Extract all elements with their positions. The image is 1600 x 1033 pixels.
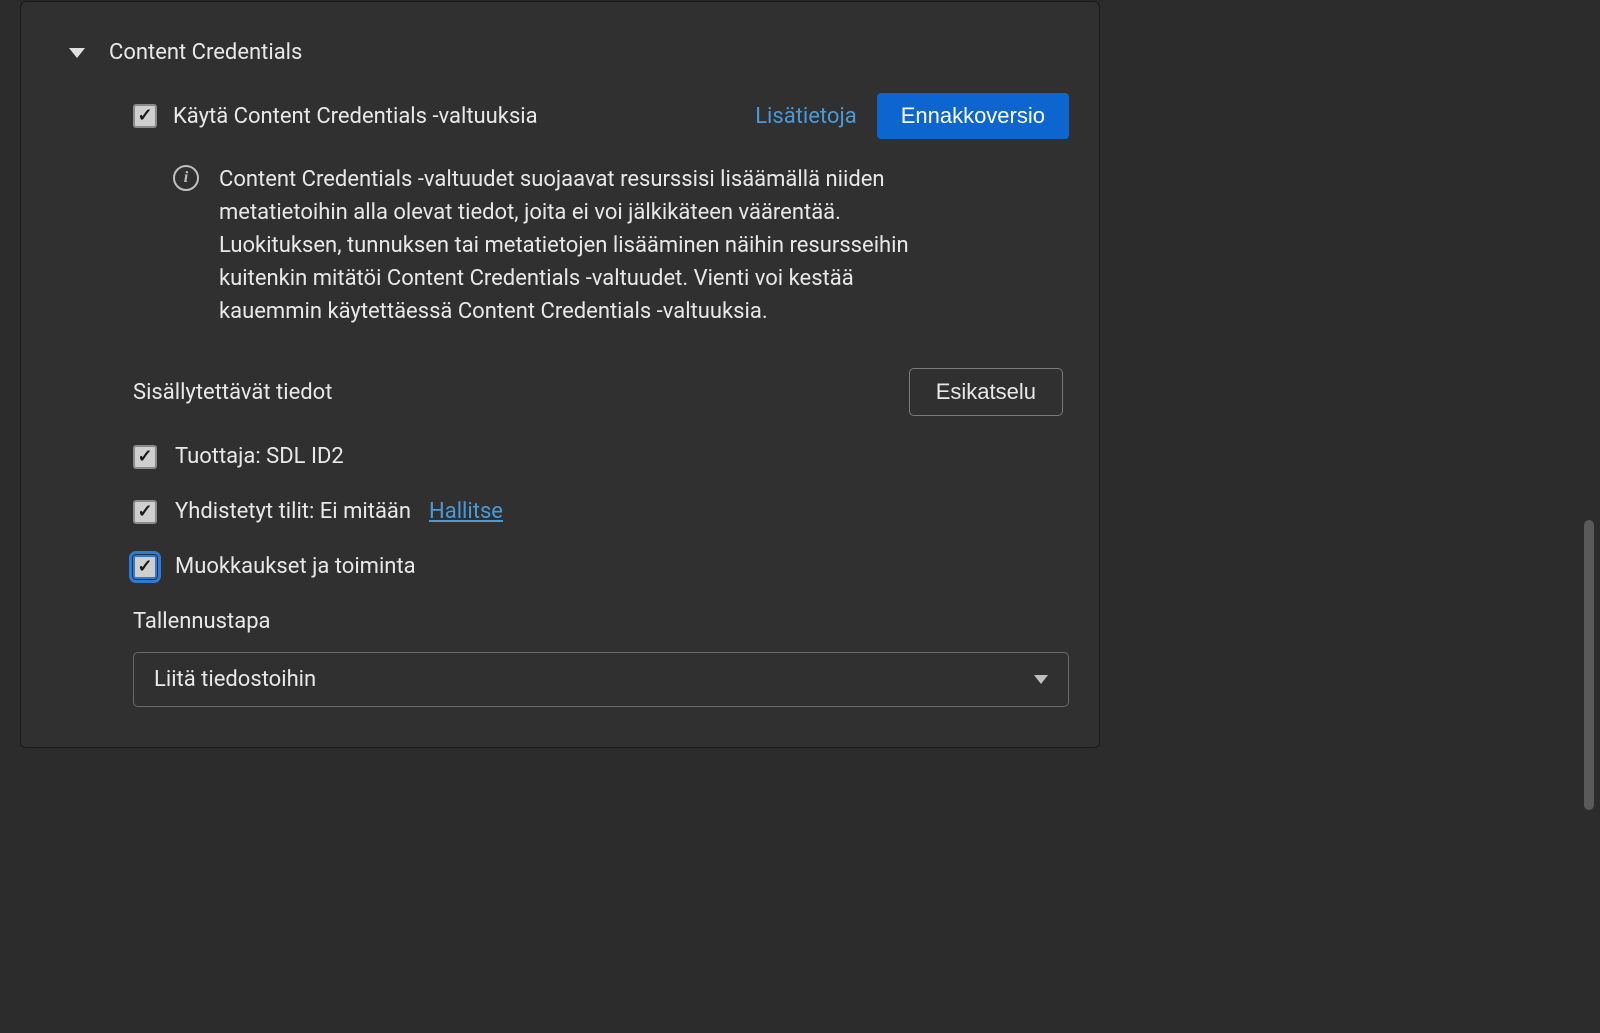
producer-label: Tuottaja: SDL ID2: [175, 444, 344, 469]
checkmark-icon: ✓: [137, 503, 152, 521]
manage-link[interactable]: Hallitse: [429, 499, 503, 524]
info-text: Content Credentials -valtuudet suojaavat…: [219, 163, 959, 328]
checkmark-icon: ✓: [137, 558, 152, 576]
info-block: i Content Credentials -valtuudet suojaav…: [133, 163, 1069, 328]
storage-method-dropdown[interactable]: Liitä tiedostoihin: [133, 652, 1069, 707]
preview-badge-button[interactable]: Ennakkoversio: [877, 93, 1069, 139]
included-info-header-row: Sisällytettävät tiedot Esikatselu: [133, 368, 1069, 416]
producer-checkbox[interactable]: ✓: [133, 445, 157, 469]
checkmark-icon: ✓: [137, 448, 152, 466]
producer-row: ✓ Tuottaja: SDL ID2: [133, 444, 1069, 469]
enable-content-credentials-checkbox[interactable]: ✓: [133, 104, 157, 128]
scrollbar[interactable]: [1584, 0, 1594, 810]
edits-activity-label: Muokkaukset ja toiminta: [175, 554, 416, 579]
section-header[interactable]: Content Credentials: [51, 40, 1069, 65]
storage-method-label: Tallennustapa: [133, 609, 1069, 634]
section-title: Content Credentials: [109, 40, 302, 65]
connected-accounts-checkbox[interactable]: ✓: [133, 500, 157, 524]
info-icon: i: [173, 165, 199, 191]
more-info-link[interactable]: Lisätietoja: [755, 104, 857, 129]
chevron-down-icon: [69, 48, 85, 58]
dropdown-value: Liitä tiedostoihin: [154, 667, 316, 692]
preview-button[interactable]: Esikatselu: [909, 368, 1063, 416]
scrollbar-thumb[interactable]: [1584, 520, 1594, 810]
chevron-down-icon: [1034, 675, 1048, 684]
edits-activity-row: ✓ Muokkaukset ja toiminta: [133, 554, 1069, 579]
checkmark-icon: ✓: [137, 107, 152, 125]
section-body: ✓ Käytä Content Credentials -valtuuksia …: [51, 93, 1069, 707]
content-credentials-panel: Content Credentials ✓ Käytä Content Cred…: [20, 1, 1100, 748]
included-info-heading: Sisällytettävät tiedot: [133, 380, 332, 405]
edits-activity-checkbox[interactable]: ✓: [133, 555, 157, 579]
enable-row: ✓ Käytä Content Credentials -valtuuksia …: [133, 93, 1069, 139]
connected-accounts-row: ✓ Yhdistetyt tilit: Ei mitään Hallitse: [133, 499, 1069, 524]
enable-label: Käytä Content Credentials -valtuuksia: [173, 104, 538, 129]
connected-accounts-label: Yhdistetyt tilit: Ei mitään: [175, 499, 411, 524]
